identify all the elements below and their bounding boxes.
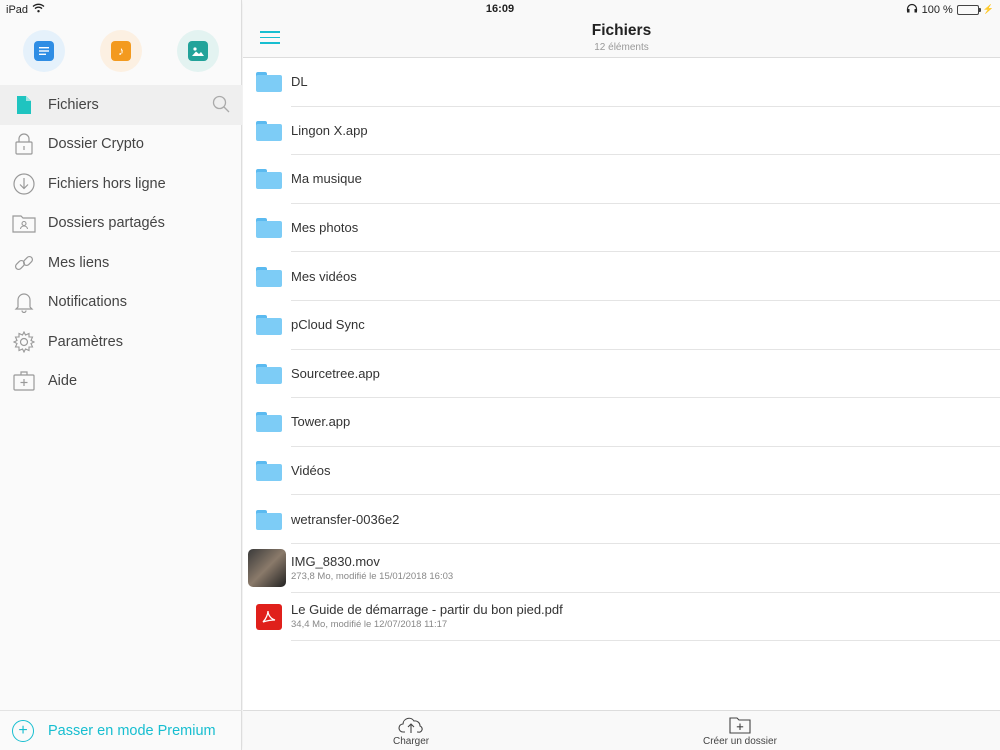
battery-icon — [956, 4, 981, 15]
sidebar-item-label: Fichiers hors ligne — [48, 175, 166, 192]
page-title: Fichiers — [591, 22, 652, 39]
file-browser: Fichiers 12 éléments DL Lingon X.app Ma … — [243, 0, 1000, 750]
link-icon — [12, 251, 36, 275]
music-shortcut-button[interactable]: ♪ — [99, 30, 142, 72]
item-count: 12 éléments — [594, 42, 649, 53]
headphones-icon — [906, 3, 918, 16]
file-meta: 34,4 Mo, modifié le 12/07/2018 11:17 — [291, 619, 448, 631]
file-name: DL — [291, 74, 308, 90]
sidebar-item-label: Dossier Crypto — [48, 136, 144, 153]
sidebar-item-label: Mes liens — [48, 254, 110, 271]
folder-row[interactable]: Vidéos — [243, 447, 1000, 496]
folder-icon — [256, 120, 282, 141]
sidebar-item-mes-liens[interactable]: Mes liens — [0, 243, 242, 283]
bell-icon — [12, 290, 36, 314]
folder-row[interactable]: pCloud Sync — [243, 301, 1000, 350]
folder-plus-icon — [729, 715, 751, 735]
new-folder-button[interactable]: Créer un dossier — [703, 715, 777, 747]
file-row[interactable]: IMG_8830.mov 273,8 Mo, modifié le 15/01/… — [243, 544, 1000, 593]
battery-percent: 100 % — [921, 3, 953, 16]
folder-row[interactable]: DL — [243, 58, 1000, 107]
photos-shortcut-button[interactable] — [176, 30, 219, 72]
sidebar-item-dossier-crypto[interactable]: Dossier Crypto — [0, 125, 242, 165]
folder-row[interactable]: Mes vidéos — [243, 252, 1000, 301]
file-icon — [12, 93, 36, 117]
sidebar-item-aide[interactable]: Aide — [0, 362, 242, 402]
toolbar: Charger Créer un dossier — [243, 710, 1000, 750]
document-icon — [34, 41, 55, 61]
clock: 16:09 — [485, 3, 515, 15]
sidebar-nav: Fichiers Dossier Crypto Fichiers hors li… — [0, 85, 242, 401]
download-icon — [12, 172, 36, 196]
sidebar-item-label: Fichiers — [48, 96, 99, 113]
upgrade-premium-button[interactable]: + Passer en mode Premium — [0, 710, 242, 750]
folder-icon — [256, 266, 282, 287]
file-name: Le Guide de démarrage - partir du bon pi… — [291, 602, 563, 618]
lock-icon — [12, 132, 36, 156]
folder-icon — [256, 412, 282, 433]
documents-shortcut-button[interactable] — [23, 30, 66, 72]
file-row[interactable]: Le Guide de démarrage - partir du bon pi… — [243, 593, 1000, 642]
folder-icon — [256, 461, 282, 482]
image-icon — [187, 41, 208, 61]
gear-icon — [12, 330, 36, 354]
sidebar-item-label: Aide — [48, 373, 78, 390]
file-name: Ma musique — [291, 171, 362, 187]
sidebar-item-dossiers-partages[interactable]: Dossiers partagés — [0, 204, 242, 244]
sidebar-item-notifications[interactable]: Notifications — [0, 283, 242, 323]
folder-row[interactable]: Ma musique — [243, 155, 1000, 204]
folder-icon — [256, 72, 282, 93]
status-bar: iPad 16:09 100 % ⚡ — [0, 0, 1000, 18]
plus-icon: + — [12, 719, 34, 742]
sidebar-item-label: Paramètres — [48, 333, 123, 350]
music-note-icon: ♪ — [110, 41, 131, 61]
pdf-icon — [256, 603, 282, 630]
quick-access-bar: ♪ — [0, 30, 242, 72]
folder-row[interactable]: Mes photos — [243, 204, 1000, 253]
sidebar-item-label: Notifications — [48, 294, 127, 311]
sidebar-item-parametres[interactable]: Paramètres — [0, 322, 242, 362]
sidebar-item-label: Dossiers partagés — [48, 215, 165, 232]
folder-row[interactable]: Sourcetree.app — [243, 350, 1000, 399]
sidebar-item-fichiers-hors-ligne[interactable]: Fichiers hors ligne — [0, 164, 242, 204]
sidebar-item-fichiers[interactable]: Fichiers — [0, 85, 242, 125]
search-icon[interactable] — [212, 95, 230, 117]
shared-folder-icon — [12, 211, 36, 235]
folder-row[interactable]: wetransfer-0036e2 — [243, 495, 1000, 544]
premium-label: Passer en mode Premium — [48, 722, 216, 739]
file-name: IMG_8830.mov — [291, 553, 380, 569]
folder-row[interactable]: Tower.app — [243, 398, 1000, 447]
file-name: Lingon X.app — [291, 122, 368, 138]
help-icon — [12, 369, 36, 393]
new-folder-label: Créer un dossier — [703, 736, 777, 747]
folder-icon — [256, 169, 282, 190]
file-list: DL Lingon X.app Ma musique Mes photos Me… — [243, 58, 1000, 642]
sidebar: ♪ Fichiers Dossier Crypto Fichiers hors … — [0, 0, 242, 750]
file-name: pCloud Sync — [291, 317, 365, 333]
cloud-upload-icon — [398, 715, 424, 735]
file-name: Sourcetree.app — [291, 365, 380, 381]
folder-icon — [256, 315, 282, 336]
upload-label: Charger — [393, 736, 430, 747]
folder-row[interactable]: Lingon X.app — [243, 107, 1000, 156]
charging-icon: ⚡ — [982, 4, 994, 14]
file-name: Vidéos — [291, 463, 331, 479]
video-thumbnail — [248, 549, 286, 588]
file-name: wetransfer-0036e2 — [291, 511, 400, 527]
file-name: Tower.app — [291, 414, 351, 430]
file-meta: 273,8 Mo, modifié le 15/01/2018 16:03 — [291, 570, 454, 582]
file-name: Mes vidéos — [291, 268, 357, 284]
upload-button[interactable]: Charger — [393, 715, 429, 747]
file-name: Mes photos — [291, 220, 359, 236]
folder-icon — [256, 363, 282, 384]
folder-icon — [256, 218, 282, 239]
folder-icon — [256, 509, 282, 530]
